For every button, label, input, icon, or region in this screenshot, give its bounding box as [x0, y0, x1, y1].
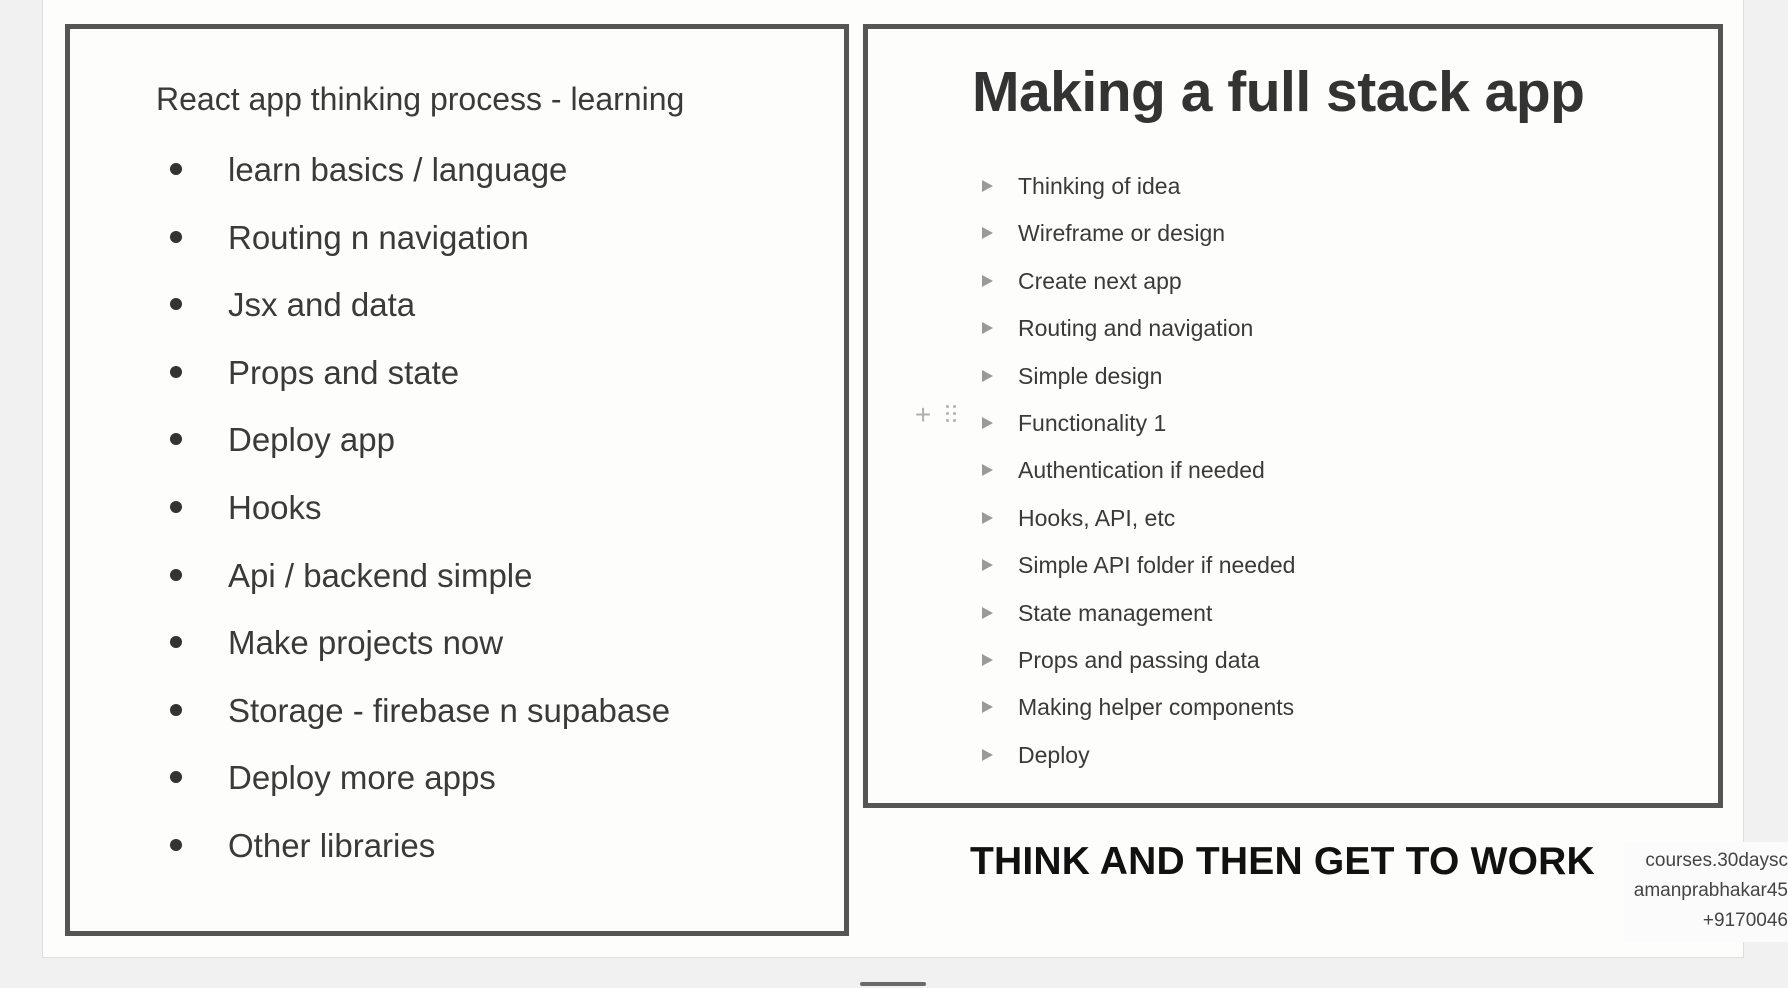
bullet-item-text: Deploy more apps: [228, 759, 496, 797]
watermark-line: courses.30daysc: [1645, 850, 1788, 871]
triangle-right-icon[interactable]: [982, 274, 993, 287]
toggle-item[interactable]: Making helper components: [982, 690, 1295, 737]
bullet-item: learn basics / language: [170, 147, 670, 215]
bullet-item-text: Storage - firebase n supabase: [228, 691, 671, 729]
toggle-item[interactable]: State management: [982, 596, 1295, 643]
tagline: THINK AND THEN GET TO WORK: [970, 840, 1595, 883]
full-stack-toggle-list: Thinking of idea Wireframe or design Cre…: [982, 169, 1295, 785]
toggle-item-text: State management: [1018, 599, 1213, 626]
toggle-item-text: Deploy: [1018, 741, 1090, 768]
triangle-right-icon[interactable]: [982, 701, 993, 714]
triangle-right-icon[interactable]: [982, 464, 993, 477]
triangle-right-icon[interactable]: [982, 416, 993, 429]
watermark: courses.30daysc amanprabhakar45 +9170046: [1624, 842, 1788, 942]
toggle-item-text: Create next app: [1018, 267, 1182, 294]
toggle-item-text: Simple design: [1018, 362, 1163, 389]
triangle-right-icon[interactable]: [982, 559, 993, 572]
bullet-dot-icon: [170, 838, 182, 851]
bullet-dot-icon: [170, 703, 182, 716]
toggle-item[interactable]: Wireframe or design: [982, 216, 1295, 263]
full-stack-panel-title: Making a full stack app: [972, 60, 1585, 124]
learning-process-panel: React app thinking process - learning le…: [65, 24, 849, 936]
toggle-item[interactable]: Simple API folder if needed: [982, 548, 1295, 595]
bullet-item: Hooks: [170, 485, 670, 553]
bullet-dot-icon: [170, 298, 182, 311]
toggle-item-text: Authentication if needed: [1018, 457, 1265, 484]
toggle-item-text: Thinking of idea: [1018, 173, 1181, 199]
toggle-item[interactable]: Routing and navigation: [982, 311, 1295, 358]
watermark-line: amanprabhakar45: [1633, 880, 1788, 901]
triangle-right-icon[interactable]: [982, 227, 993, 240]
toggle-item-text: Routing and navigation: [1018, 315, 1254, 342]
bullet-dot-icon: [170, 365, 182, 378]
bullet-item-text: Jsx and data: [228, 286, 416, 324]
bullet-item: Props and state: [170, 350, 670, 418]
bullet-item: Deploy app: [170, 417, 670, 485]
toggle-item[interactable]: Thinking of idea: [982, 169, 1295, 216]
toggle-item[interactable]: Deploy: [982, 738, 1295, 785]
toggle-item-text: Functionality 1: [1018, 409, 1167, 436]
triangle-right-icon[interactable]: [982, 653, 993, 666]
full-stack-panel: Making a full stack app + Thinking of id…: [863, 24, 1723, 808]
bullet-item: Deploy more apps: [170, 755, 670, 823]
bullet-dot-icon: [170, 500, 182, 513]
toggle-item[interactable]: Hooks, API, etc: [982, 501, 1295, 548]
bullet-dot-icon: [170, 568, 182, 581]
learning-bullet-list: learn basics / language Routing n naviga…: [170, 147, 670, 891]
toggle-item-text: Making helper components: [1018, 694, 1295, 721]
scroll-indicator[interactable]: [860, 982, 926, 986]
bullet-dot-icon: [170, 771, 182, 784]
bullet-item-text: Props and state: [228, 353, 460, 391]
bullet-dot-icon: [170, 433, 182, 446]
bullet-item-text: Api / backend simple: [228, 556, 533, 594]
triangle-right-icon[interactable]: [982, 322, 993, 335]
bullet-item-text: Make projects now: [228, 624, 504, 662]
bullet-item: Api / backend simple: [170, 553, 670, 621]
learning-panel-title: React app thinking process - learning: [156, 81, 685, 117]
bullet-item: Storage - firebase n supabase: [170, 688, 670, 756]
block-handles: +: [912, 401, 968, 432]
bullet-item: Routing n navigation: [170, 215, 670, 283]
bullet-dot-icon: [170, 636, 182, 649]
bullet-dot-icon: [170, 230, 182, 243]
toggle-item[interactable]: Props and passing data: [982, 643, 1295, 690]
toggle-item-text: Simple API folder if needed: [1018, 552, 1296, 579]
triangle-right-icon[interactable]: [982, 369, 993, 382]
triangle-right-icon[interactable]: [982, 606, 993, 619]
bullet-item: Make projects now: [170, 620, 670, 688]
bullet-item-text: Other libraries: [228, 826, 436, 864]
triangle-right-icon[interactable]: [982, 180, 993, 192]
toggle-item[interactable]: Simple design: [982, 359, 1295, 406]
bullet-item-text: Deploy app: [228, 421, 395, 459]
watermark-line: +9170046: [1702, 910, 1788, 931]
bullet-item-text: Routing n navigation: [228, 218, 529, 256]
toggle-item[interactable]: Functionality 1: [982, 406, 1295, 453]
plus-icon[interactable]: +: [912, 401, 934, 429]
toggle-item-text: Wireframe or design: [1018, 220, 1226, 247]
toggle-item[interactable]: Create next app: [982, 264, 1295, 311]
bullet-item-text: Hooks: [228, 488, 322, 526]
bullet-item: Other libraries: [170, 823, 670, 891]
drag-handle-icon[interactable]: [946, 405, 958, 427]
triangle-right-icon[interactable]: [982, 748, 993, 761]
bullet-dot-icon: [170, 163, 182, 175]
toggle-item-text: Props and passing data: [1018, 646, 1260, 673]
bullet-item-text: learn basics / language: [228, 151, 568, 188]
bullet-item: Jsx and data: [170, 282, 670, 350]
toggle-item-text: Hooks, API, etc: [1018, 504, 1176, 531]
triangle-right-icon[interactable]: [982, 511, 993, 524]
toggle-item[interactable]: Authentication if needed: [982, 453, 1295, 500]
